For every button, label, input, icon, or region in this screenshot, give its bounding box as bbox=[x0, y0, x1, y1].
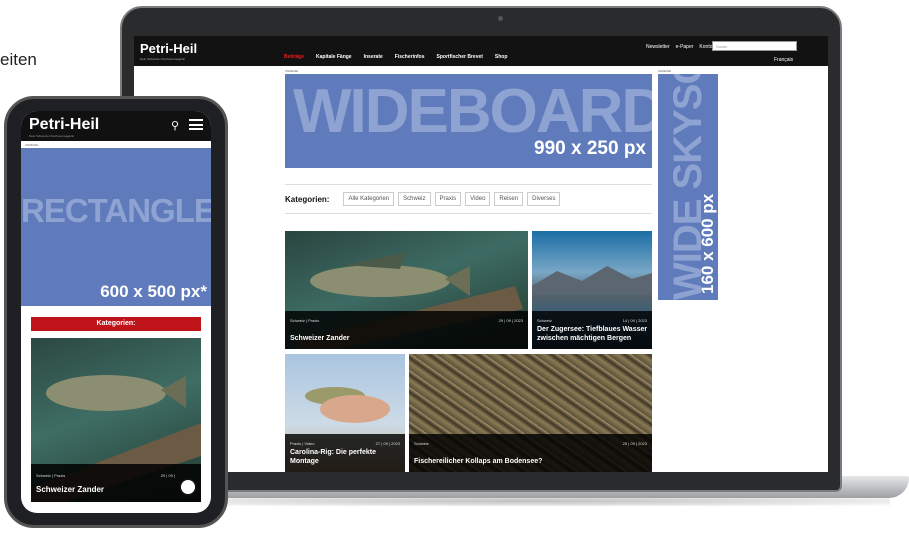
article-date: 27 | 09 | 2023 bbox=[375, 441, 400, 446]
category-video[interactable]: Video bbox=[465, 192, 491, 206]
skyscraper-ad[interactable]: WIDE SKYSCRAPER 160 x 600 px bbox=[658, 74, 718, 300]
mobile-logo[interactable]: Petri-Heil bbox=[29, 116, 99, 134]
category-title: Kategorien: bbox=[285, 194, 330, 204]
category-schweiz[interactable]: Schweiz bbox=[398, 192, 431, 206]
search-icon[interactable]: ⚲ bbox=[171, 119, 179, 132]
main-nav: Beiträge Kapitale Fänge Inserate Fischer… bbox=[284, 54, 507, 60]
article-meta: Schweiz bbox=[414, 441, 429, 446]
stage: eiten Petri-Heil Dein Schweizer Fischere… bbox=[0, 0, 909, 533]
language-link[interactable]: Français bbox=[774, 57, 793, 63]
wideboard-label: WIDEBOARD bbox=[293, 77, 652, 146]
rectangle-size: 600 x 500 px* bbox=[100, 282, 207, 301]
account-link[interactable]: Konto bbox=[699, 44, 712, 50]
article-date: 29 | 09 | bbox=[160, 473, 175, 478]
search-input[interactable]: Suche bbox=[712, 41, 797, 51]
newsletter-link[interactable]: Newsletter bbox=[646, 44, 670, 50]
nav-item-inserate[interactable]: Inserate bbox=[364, 54, 383, 60]
site-tagline: Dein Schweizer Fischereimagazin bbox=[140, 57, 186, 61]
article-meta: Praxis | Video bbox=[290, 441, 315, 446]
category-reisen[interactable]: Reisen bbox=[494, 192, 524, 206]
skyscraper-size: 160 x 600 px bbox=[698, 193, 717, 294]
epaper-link[interactable]: e-Paper bbox=[676, 44, 694, 50]
ad-label: ANZEIGE bbox=[285, 69, 299, 73]
category-diverses[interactable]: Diverses bbox=[527, 192, 561, 206]
category-all[interactable]: Alle Kategorien bbox=[343, 192, 395, 206]
article-meta: Schweiz bbox=[537, 318, 552, 323]
phone: Petri-Heil Dein Schweizer Fischereimagaz… bbox=[4, 96, 228, 528]
article-card[interactable]: Praxis | Video 27 | 09 | 2023 Carolina-R… bbox=[285, 354, 405, 472]
category-praxis[interactable]: Praxis bbox=[434, 192, 462, 206]
article-title[interactable]: Schweizer Zander bbox=[36, 485, 104, 494]
article-card[interactable]: Schweiz | Praxis 29 | 09 | Schweizer Zan… bbox=[31, 338, 201, 502]
nav-item-fischerinfos[interactable]: Fischerinfos bbox=[395, 54, 425, 60]
article-title[interactable]: Schweizer Zander bbox=[290, 334, 350, 343]
desktop-screen: Petri-Heil Dein Schweizer Fischereimagaz… bbox=[134, 36, 828, 472]
article-meta: Schweiz | Praxis bbox=[36, 473, 66, 478]
nav-item-kapitale-faenge[interactable]: Kapitale Fänge bbox=[316, 54, 352, 60]
article-date: 29 | 09 | 2023 bbox=[498, 318, 523, 323]
edge-text: eiten bbox=[0, 50, 37, 69]
card-overlay bbox=[31, 464, 201, 502]
card-overlay bbox=[409, 434, 652, 472]
article-title[interactable]: Der Zugersee: Tiefblaues Wasser zwischen… bbox=[537, 325, 649, 343]
fish-logo-icon[interactable] bbox=[179, 478, 197, 496]
article-title[interactable]: Carolina-Rig: Die perfekte Montage bbox=[290, 448, 390, 466]
card-overlay bbox=[285, 311, 528, 349]
menu-icon[interactable] bbox=[189, 119, 203, 130]
site-logo[interactable]: Petri-Heil bbox=[140, 41, 197, 56]
utility-nav: Newsletter e-Paper Konto bbox=[646, 44, 713, 50]
article-title[interactable]: Fischereilicher Kollaps am Bodensee? bbox=[414, 457, 542, 466]
categories-button[interactable]: Kategorien: bbox=[31, 317, 201, 331]
wideboard-size: 990 x 250 px bbox=[534, 138, 646, 159]
article-meta: Schweiz | Praxis bbox=[290, 318, 320, 323]
mobile-header: Petri-Heil Dein Schweizer Fischereimagaz… bbox=[21, 111, 211, 141]
mobile-screen: Petri-Heil Dein Schweizer Fischereimagaz… bbox=[21, 111, 211, 513]
camera bbox=[498, 16, 503, 21]
site-header: Petri-Heil Dein Schweizer Fischereimagaz… bbox=[134, 36, 828, 66]
nav-item-shop[interactable]: Shop bbox=[495, 54, 508, 60]
ad-label: ANZEIGE bbox=[658, 69, 672, 73]
article-card[interactable]: Schweiz 14 | 09 | 2023 Der Zugersee: Tie… bbox=[532, 231, 652, 349]
rectangle-label: RECTANGLE bbox=[21, 192, 211, 229]
article-date: 25 | 09 | 2023 bbox=[622, 441, 647, 446]
ad-label: ANZEIGE bbox=[25, 143, 39, 147]
article-card[interactable]: Schweiz | Praxis 29 | 09 | 2023 Schweize… bbox=[285, 231, 528, 349]
wideboard-ad[interactable]: WIDEBOARD 990 x 250 px bbox=[285, 74, 652, 168]
article-date: 14 | 09 | 2023 bbox=[622, 318, 647, 323]
rectangle-ad[interactable]: RECTANGLE 600 x 500 px* bbox=[21, 148, 211, 306]
article-card[interactable]: Schweiz 25 | 09 | 2023 Fischereilicher K… bbox=[409, 354, 652, 472]
mobile-tagline: Dein Schweizer Fischereimagazin bbox=[29, 134, 75, 138]
nav-item-sportfischer-brevet[interactable]: Sportfischer Brevet bbox=[437, 54, 483, 60]
nav-item-beitraege[interactable]: Beiträge bbox=[284, 54, 304, 60]
category-bar: Kategorien: Alle Kategorien Schweiz Prax… bbox=[285, 184, 652, 214]
laptop: Petri-Heil Dein Schweizer Fischereimagaz… bbox=[120, 6, 842, 492]
